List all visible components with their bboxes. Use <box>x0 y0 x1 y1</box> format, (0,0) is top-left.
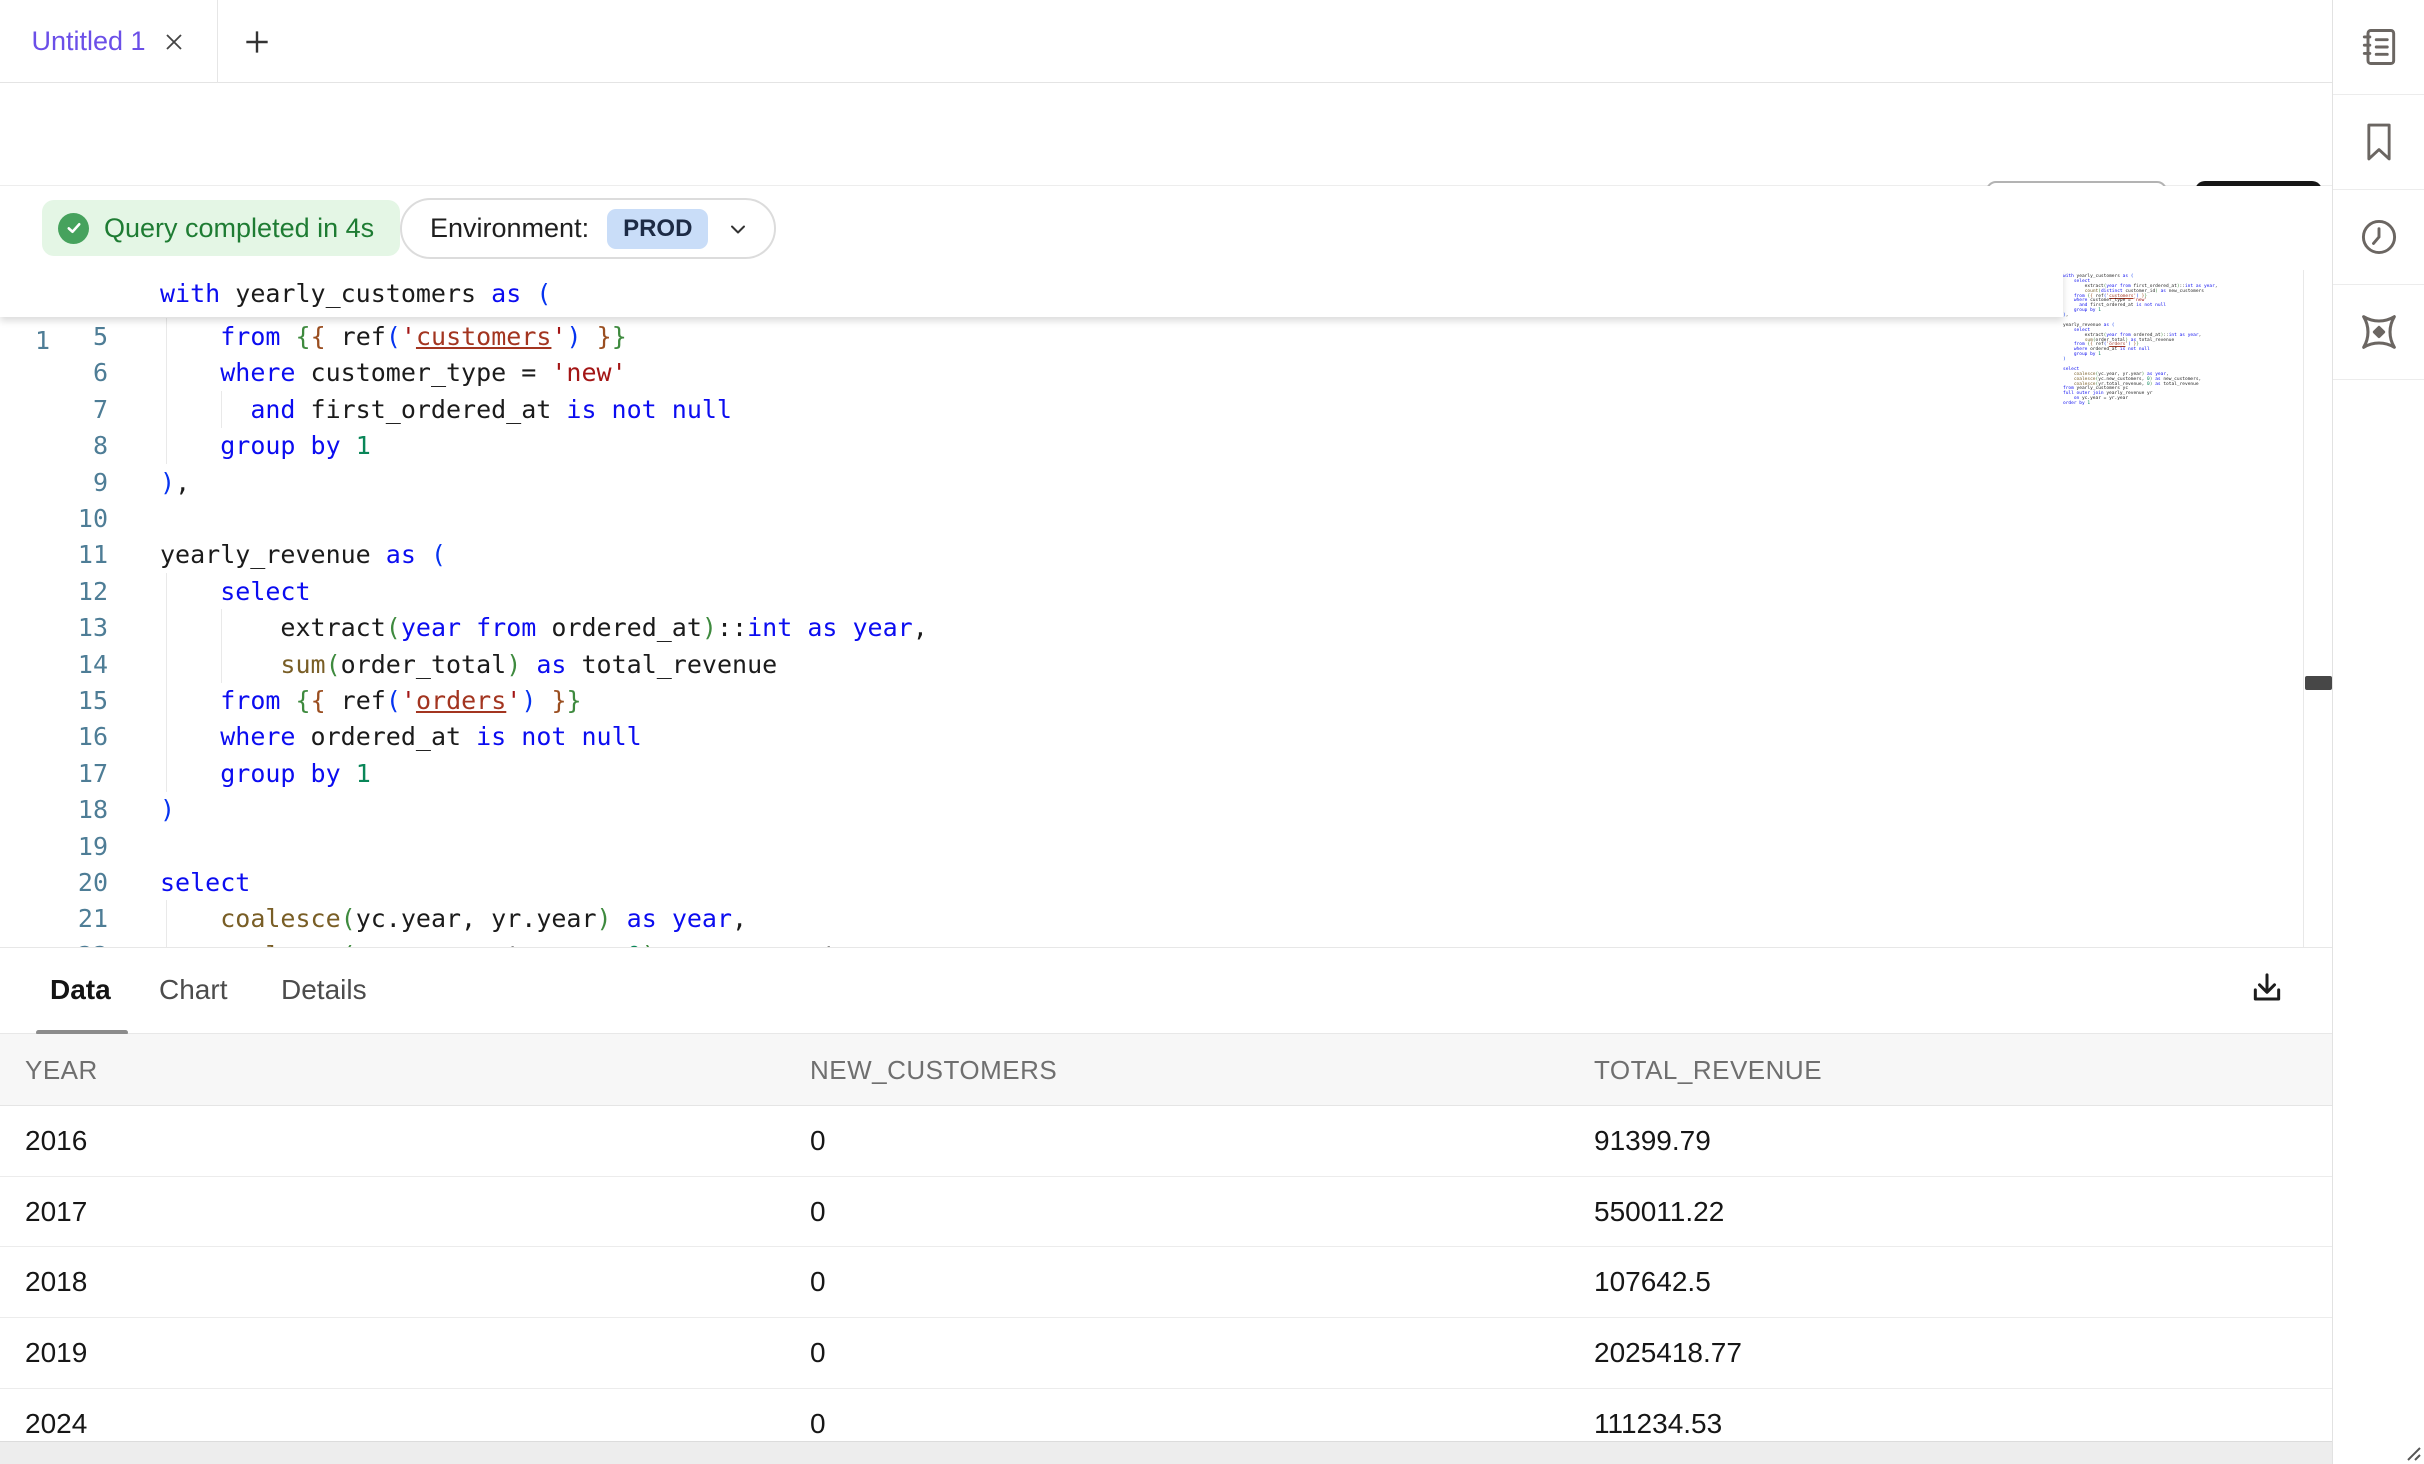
table-header-row: YEAR NEW_CUSTOMERS TOTAL_REVENUE <box>0 1034 2332 1106</box>
editor-right-gutter <box>2303 270 2332 947</box>
line-number: 12 <box>0 573 108 610</box>
table-cell: 2018 <box>25 1247 87 1318</box>
line-number: 9 <box>0 464 108 501</box>
code-line-22[interactable]: 22 coalesce(yc.new_customers, 0) as new_… <box>0 937 2303 947</box>
download-icon[interactable] <box>2238 960 2296 1018</box>
compass-star-icon <box>2356 309 2402 355</box>
code-line-7[interactable]: 7 and first_ordered_at is not null <box>0 391 2303 428</box>
line-number: 20 <box>0 864 108 901</box>
code-line-9[interactable]: 9), <box>0 464 2303 501</box>
horizontal-scrollbar-track[interactable] <box>0 1441 2332 1464</box>
table-row: 2019 0 2025418.77 <box>0 1318 2332 1389</box>
table-cell: 2017 <box>25 1177 87 1248</box>
table-row: 2017 0 550011.22 <box>0 1177 2332 1248</box>
code-line-6[interactable]: 6 where customer_type = 'new' <box>0 354 2303 391</box>
table-cell: 2019 <box>25 1318 87 1389</box>
table-cell: 91399.79 <box>1594 1106 1711 1177</box>
query-status-text: Query completed in 4s <box>104 213 374 244</box>
line-number: 19 <box>0 828 108 865</box>
tab-title: Untitled 1 <box>31 26 145 57</box>
results-tab-bar: Data Chart Details <box>0 948 2332 1034</box>
code-line-10[interactable]: 10 <box>0 500 2303 537</box>
check-circle-icon <box>58 213 89 244</box>
line-number: 18 <box>0 791 108 828</box>
results-panel: Data Chart Details YEAR NEW_CUSTOMERS TO… <box>0 947 2332 1464</box>
table-cell: 0 <box>810 1318 826 1389</box>
sticky-code-line[interactable]: 1 with yearly_customers as ( <box>0 270 2063 317</box>
tab-data[interactable]: Data <box>50 974 111 1006</box>
line-number: 11 <box>0 536 108 573</box>
line-number: 13 <box>0 609 108 646</box>
table-cell: 2016 <box>25 1106 87 1177</box>
code-line-20[interactable]: 20select <box>0 864 2303 901</box>
table-cell: 0 <box>810 1247 826 1318</box>
table-body: 2016 0 91399.79 2017 0 550011.22 2018 0 107642.5… <box>0 1106 2332 1441</box>
bookmark-icon <box>2358 120 2400 164</box>
code-line-8[interactable]: 8 group by 1 <box>0 427 2303 464</box>
table-row: 2016 0 91399.79 <box>0 1106 2332 1177</box>
table-cell: 0 <box>810 1106 826 1177</box>
column-header-year: YEAR <box>25 1034 98 1106</box>
environment-value-badge: PROD <box>607 209 708 249</box>
code-lines[interactable]: 5 from {{ ref('customers') }}6 where cus… <box>0 318 2303 947</box>
sql-editor[interactable]: 1 with yearly_customers as ( 5 from {{ r… <box>0 270 2303 947</box>
table-cell: 0 <box>810 1177 826 1248</box>
tab-chart[interactable]: Chart <box>159 974 227 1006</box>
scrollbar-handle[interactable] <box>2305 676 2332 690</box>
sticky-line-number: 1 <box>0 317 50 364</box>
column-header-total-revenue: TOTAL_REVENUE <box>1594 1034 1822 1106</box>
tab-untitled-1[interactable]: Untitled 1 <box>0 0 218 83</box>
line-number: 10 <box>0 500 108 537</box>
chevron-down-icon <box>726 217 750 241</box>
code-line-13[interactable]: 13 extract(year from ordered_at)::int as… <box>0 609 2303 646</box>
environment-selector[interactable]: Environment: PROD <box>400 198 776 259</box>
line-number: 17 <box>0 755 108 792</box>
resize-grip-icon[interactable] <box>2400 1440 2422 1462</box>
table-cell: 111234.53 <box>1594 1389 1722 1441</box>
line-number: 14 <box>0 646 108 683</box>
new-tab-plus-icon[interactable] <box>238 23 276 61</box>
history-clock-icon <box>2357 215 2401 259</box>
table-cell: 550011.22 <box>1594 1177 1724 1248</box>
tab-details[interactable]: Details <box>281 974 367 1006</box>
sidebar-explore-button[interactable] <box>2333 285 2424 380</box>
table-cell: 107642.5 <box>1594 1247 1711 1318</box>
column-header-new-customers: NEW_CUSTOMERS <box>810 1034 1057 1106</box>
table-cell: 2025418.77 <box>1594 1318 1742 1389</box>
right-sidebar <box>2332 0 2424 1464</box>
notebook-icon <box>2357 25 2401 69</box>
minimap[interactable]: with yearly_customers as ( select extrac… <box>2063 275 2233 407</box>
close-icon[interactable] <box>162 30 186 54</box>
code-line-16[interactable]: 16 where ordered_at is not null <box>0 718 2303 755</box>
table-cell: 0 <box>810 1389 826 1441</box>
line-number: 16 <box>0 718 108 755</box>
table-cell: 2024 <box>25 1389 87 1441</box>
sticky-line-code: with yearly_customers as ( <box>160 270 551 317</box>
tab-bar: Untitled 1 <box>0 0 2332 83</box>
sidebar-history-button[interactable] <box>2333 190 2424 285</box>
code-line-11[interactable]: 11yearly_revenue as ( <box>0 536 2303 573</box>
code-line-15[interactable]: 15 from {{ ref('orders') }} <box>0 682 2303 719</box>
code-line-19[interactable]: 19 <box>0 828 2303 865</box>
code-line-14[interactable]: 14 sum(order_total) as total_revenue <box>0 646 2303 683</box>
query-status-badge: Query completed in 4s <box>42 200 400 256</box>
code-line-17[interactable]: 17 group by 1 <box>0 755 2303 792</box>
line-number: 22 <box>0 937 108 947</box>
environment-label: Environment: <box>430 213 589 244</box>
status-bar: Query completed in 4s Environment: PROD <box>0 186 2332 270</box>
toolbar: Develop Run <box>0 83 2332 186</box>
code-line-12[interactable]: 12 select <box>0 573 2303 610</box>
sidebar-notebook-button[interactable] <box>2333 0 2424 95</box>
code-line-5[interactable]: 5 from {{ ref('customers') }} <box>0 318 2303 355</box>
sidebar-bookmark-button[interactable] <box>2333 95 2424 190</box>
table-row: 2024 0 111234.53 <box>0 1389 2332 1441</box>
line-number: 15 <box>0 682 108 719</box>
line-number: 21 <box>0 900 108 937</box>
code-line-18[interactable]: 18) <box>0 791 2303 828</box>
table-row: 2018 0 107642.5 <box>0 1247 2332 1318</box>
code-line-21[interactable]: 21 coalesce(yc.year, yr.year) as year, <box>0 900 2303 937</box>
